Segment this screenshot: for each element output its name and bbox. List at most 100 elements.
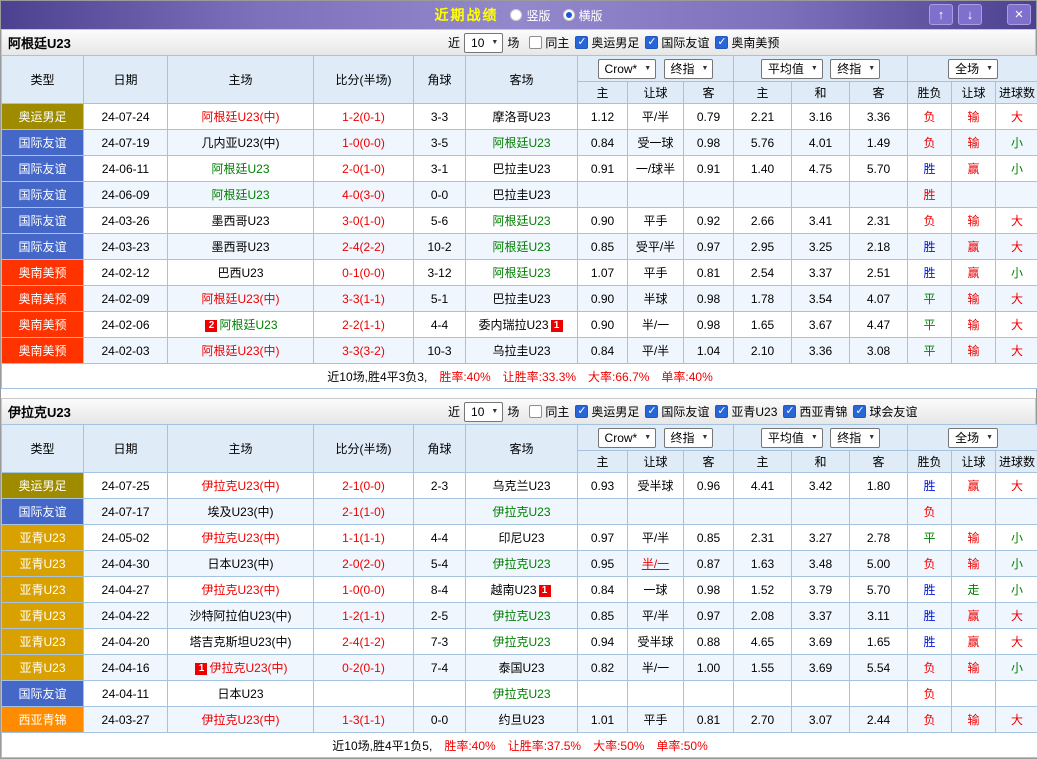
checkbox-unchecked-icon[interactable] — [529, 36, 542, 49]
filter-checkbox-item[interactable]: 球会友谊 — [853, 403, 917, 420]
average-time-select[interactable]: 终指▼ — [830, 428, 880, 448]
away-team-cell: 乌克兰U23 — [466, 473, 578, 499]
result-goals-cell: 大 — [996, 208, 1037, 234]
filter-checkbox-item[interactable]: 同主 — [529, 34, 569, 51]
home-team-cell: 伊拉克U23(中) — [168, 577, 314, 603]
filter-checkbox-item[interactable]: 奥运男足 — [575, 403, 639, 420]
score-cell: 1-0(0-0) — [314, 577, 414, 603]
away-team-cell: 印尼U23 — [466, 525, 578, 551]
team-text: 巴拉圭U23 — [492, 188, 550, 202]
match-count-select[interactable]: 10▼ — [464, 402, 503, 422]
score-cell: 2-0(2-0) — [314, 551, 414, 577]
average-select[interactable]: 平均值▼ — [761, 59, 823, 79]
corner-cell: 2-3 — [414, 473, 466, 499]
close-button[interactable]: × — [1007, 4, 1031, 25]
filter-checkbox-item[interactable]: 西亚青锦 — [783, 403, 847, 420]
page-title: 近期战绩 — [434, 5, 498, 25]
red-card-badge: 1 — [551, 320, 563, 332]
checkbox-checked-icon[interactable] — [575, 36, 588, 49]
checkbox-checked-icon[interactable] — [715, 405, 728, 418]
bookmaker-select[interactable]: Crow*▼ — [598, 59, 657, 79]
team-text: 伊拉克U23(中) — [201, 583, 279, 597]
filter-checkbox-item[interactable]: 奥南美预 — [715, 34, 779, 51]
handicap-odds-away-cell: 0.98 — [684, 130, 734, 156]
average-select-value: 平均值 — [768, 60, 804, 77]
handicap-line-cell: 平手 — [628, 707, 684, 733]
move-up-button[interactable]: ↑ — [929, 4, 953, 25]
result-wdl-cell: 胜 — [908, 234, 952, 260]
average-time-select[interactable]: 终指▼ — [830, 59, 880, 79]
summary-stats: 胜率:40%让胜率:37.5%大率:50%单率:50% — [432, 739, 707, 753]
bookmaker-select[interactable]: Crow*▼ — [598, 428, 657, 448]
handicap-odds-home-cell: 1.01 — [578, 707, 628, 733]
checkbox-checked-icon[interactable] — [783, 405, 796, 418]
match-count-select[interactable]: 10▼ — [464, 33, 503, 53]
league-type-cell: 奥运男足 — [2, 104, 84, 130]
average-select[interactable]: 平均值▼ — [761, 428, 823, 448]
avg-draw-odds-cell: 3.37 — [792, 603, 850, 629]
result-wdl-cell: 负 — [908, 681, 952, 707]
team-text: 阿根廷U23 — [492, 266, 550, 280]
checkbox-checked-icon[interactable] — [715, 36, 728, 49]
handicap-odds-away-cell: 0.79 — [684, 104, 734, 130]
corner-cell — [414, 499, 466, 525]
team-text: 塔吉克斯坦U23(中) — [189, 635, 291, 649]
layout-radio-selected[interactable]: 横版 — [563, 7, 603, 24]
games-label: 场 — [507, 34, 519, 51]
result-line-cell: 输 — [952, 525, 996, 551]
layout-radio-option[interactable]: 竖版 — [510, 7, 550, 24]
filter-checkbox-item[interactable]: 同主 — [529, 403, 569, 420]
handicap-odds-away-cell: 0.97 — [684, 234, 734, 260]
radio-dot-icon — [566, 12, 572, 18]
col-away: 客场 — [466, 56, 578, 104]
corner-cell: 2-5 — [414, 603, 466, 629]
filter-checkbox-item[interactable]: 奥运男足 — [575, 34, 639, 51]
checkbox-checked-icon[interactable] — [853, 405, 866, 418]
col-home: 主场 — [168, 425, 314, 473]
corner-cell: 5-6 — [414, 208, 466, 234]
score-cell: 2-1(0-0) — [314, 473, 414, 499]
filter-checkbox-item[interactable]: 国际友谊 — [645, 403, 709, 420]
match-row: 奥南美预24-02-12巴西U230-1(0-0)3-12阿根廷U231.07平… — [2, 260, 1037, 286]
europe-odds-group: 平均值▼ 终指▼ — [734, 425, 908, 451]
handicap-time-select[interactable]: 终指▼ — [664, 59, 714, 79]
handicap-odds-home-cell: 0.84 — [578, 577, 628, 603]
checkbox-unchecked-icon[interactable] — [529, 405, 542, 418]
window-titlebar: 近期战绩 竖版横版 ↑ ↓ × — [1, 1, 1036, 29]
away-team-cell: 委内瑞拉U231 — [466, 312, 578, 338]
checkbox-checked-icon[interactable] — [575, 405, 588, 418]
avg-draw-odds-cell: 3.41 — [792, 208, 850, 234]
avg-away-odds-cell: 3.08 — [850, 338, 908, 364]
team-text: 巴西U23 — [217, 266, 263, 280]
avg-draw-odds-cell — [792, 182, 850, 208]
league-type-cell: 国际友谊 — [2, 499, 84, 525]
avg-home-odds-cell: 5.76 — [734, 130, 792, 156]
handicap-odds-away-cell: 1.04 — [684, 338, 734, 364]
filter-label: 奥运男足 — [591, 403, 639, 420]
col-away: 客场 — [466, 425, 578, 473]
handicap-time-select[interactable]: 终指▼ — [664, 428, 714, 448]
handicap-odds-away-cell — [684, 499, 734, 525]
checkbox-checked-icon[interactable] — [645, 405, 658, 418]
result-wdl-cell: 负 — [908, 208, 952, 234]
handicap-odds-group: Crow*▼ 终指▼ — [578, 56, 734, 82]
move-down-button[interactable]: ↓ — [958, 4, 982, 25]
titlebar-buttons: ↑ ↓ × — [929, 4, 1031, 25]
score-cell: 1-3(1-1) — [314, 707, 414, 733]
date-cell: 24-04-30 — [84, 551, 168, 577]
filter-checkbox-item[interactable]: 国际友谊 — [645, 34, 709, 51]
avg-away-odds-cell: 2.78 — [850, 525, 908, 551]
scope-select[interactable]: 全场▼ — [948, 59, 998, 79]
handicap-odds-away-cell: 0.91 — [684, 156, 734, 182]
avg-away-odds-cell: 2.18 — [850, 234, 908, 260]
result-line-cell: 走 — [952, 577, 996, 603]
games-label: 场 — [507, 403, 519, 420]
scope-select[interactable]: 全场▼ — [948, 428, 998, 448]
filter-checkbox-item[interactable]: 亚青U23 — [715, 403, 777, 420]
league-type-cell: 亚青U23 — [2, 629, 84, 655]
handicap-line-cell — [628, 499, 684, 525]
bookmaker-select-value: Crow* — [605, 62, 638, 76]
checkbox-checked-icon[interactable] — [645, 36, 658, 49]
corner-cell: 4-4 — [414, 525, 466, 551]
score-cell: 3-3(1-1) — [314, 286, 414, 312]
